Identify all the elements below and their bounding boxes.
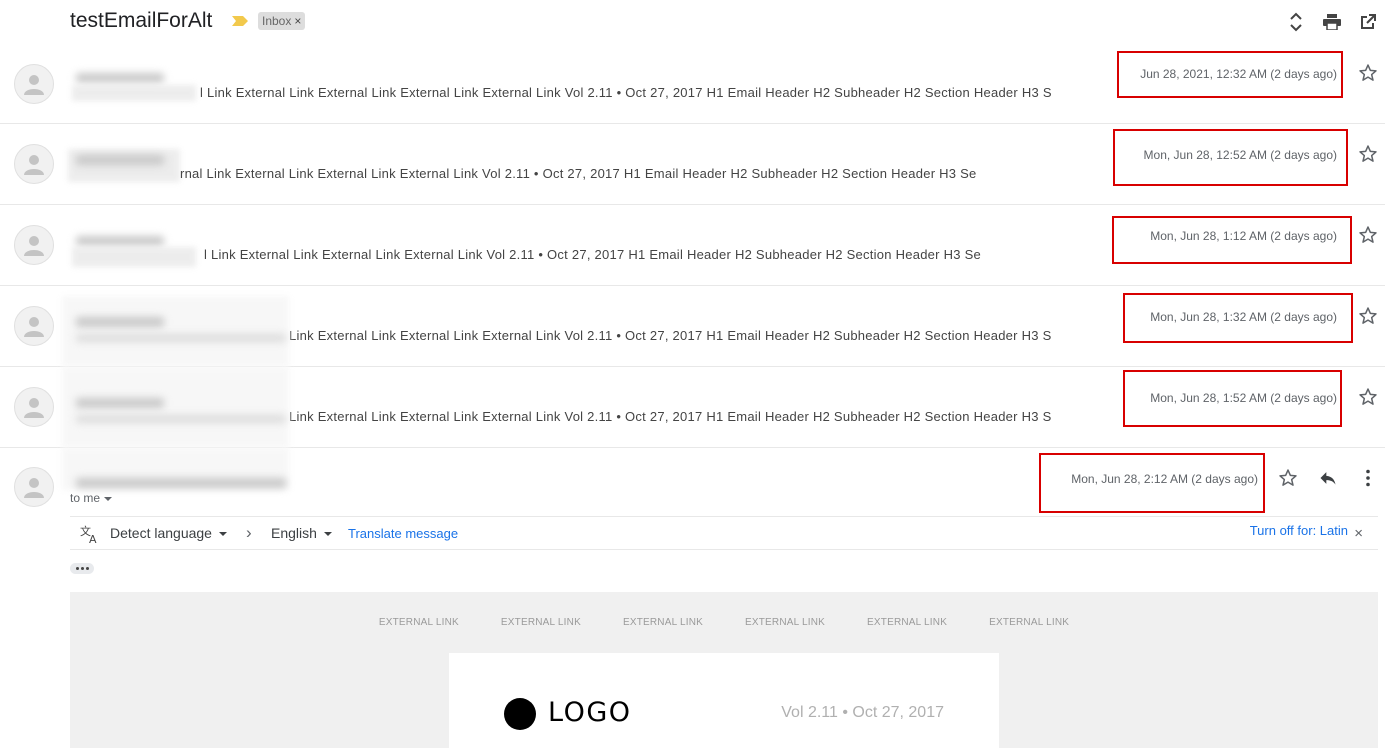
star-icon[interactable] bbox=[1358, 225, 1378, 245]
collapsed-message[interactable]: rnal Link External Link External Link Ex… bbox=[0, 124, 1385, 205]
sender-name-redacted bbox=[76, 155, 164, 165]
logo-text: LOGO bbox=[548, 697, 632, 728]
redacted-snippet bbox=[72, 85, 196, 101]
snippet-redacted bbox=[76, 415, 286, 423]
more-options-icon[interactable] bbox=[1358, 468, 1378, 488]
expand-all-icon[interactable] bbox=[1285, 11, 1307, 33]
message-date: Mon, Jun 28, 12:52 AM (2 days ago) bbox=[1143, 148, 1337, 162]
collapsed-message[interactable]: Link External Link External Link Externa… bbox=[0, 286, 1385, 367]
thread-subject: testEmailForAlt bbox=[70, 9, 213, 32]
person-icon bbox=[24, 398, 44, 418]
issue-volume-date: Vol 2.11 • Oct 27, 2017 bbox=[781, 704, 944, 721]
avatar bbox=[14, 144, 54, 184]
redacted-snippet bbox=[72, 247, 196, 267]
dot bbox=[80, 567, 84, 570]
translate-bar: 文 A Detect language › English Translate … bbox=[70, 516, 1378, 550]
source-language-label: Detect language bbox=[110, 525, 212, 541]
close-icon[interactable]: × bbox=[1354, 525, 1363, 542]
inbox-label-chip: Inbox × bbox=[258, 12, 306, 30]
translate-message-link[interactable]: Translate message bbox=[348, 526, 458, 541]
sender-name-redacted bbox=[76, 398, 164, 408]
external-links-nav: EXTERNAL LINK EXTERNAL LINK EXTERNAL LIN… bbox=[70, 617, 1378, 628]
star-icon[interactable] bbox=[1358, 144, 1378, 164]
chevron-down-icon bbox=[104, 496, 113, 501]
avatar bbox=[14, 225, 54, 265]
dot bbox=[85, 567, 89, 570]
avatar bbox=[14, 387, 54, 427]
sender-name-redacted bbox=[76, 73, 164, 83]
message-date: Mon, Jun 28, 1:52 AM (2 days ago) bbox=[1150, 391, 1337, 405]
external-link[interactable]: EXTERNAL LINK bbox=[968, 617, 1090, 628]
person-icon bbox=[24, 317, 44, 337]
person-icon bbox=[24, 236, 44, 256]
collapsed-message[interactable]: Link External Link External Link Externa… bbox=[0, 367, 1385, 448]
message-snippet: rnal Link External Link External Link Ex… bbox=[180, 166, 977, 181]
message-snippet: l Link External Link External Link Exter… bbox=[200, 85, 1051, 100]
source-language-select[interactable]: Detect language bbox=[110, 525, 227, 541]
message-date: Jun 28, 2021, 12:32 AM (2 days ago) bbox=[1140, 67, 1337, 81]
chevron-down-icon bbox=[323, 532, 332, 537]
print-icon[interactable] bbox=[1321, 11, 1343, 33]
sender-name-redacted bbox=[76, 478, 286, 488]
svg-text:A: A bbox=[89, 533, 97, 544]
translate-icon: 文 A bbox=[80, 524, 97, 544]
sender-name-redacted bbox=[76, 236, 164, 246]
external-link[interactable]: EXTERNAL LINK bbox=[358, 617, 480, 628]
recipient-details[interactable]: to me bbox=[70, 491, 113, 505]
remove-label-button[interactable]: × bbox=[294, 14, 301, 28]
star-icon[interactable] bbox=[1358, 63, 1378, 83]
person-icon bbox=[24, 75, 44, 95]
turn-off-translation-link[interactable]: Turn off for: Latin bbox=[1250, 523, 1348, 538]
external-link[interactable]: EXTERNAL LINK bbox=[724, 617, 846, 628]
snippet-redacted bbox=[76, 334, 286, 342]
star-icon[interactable] bbox=[1358, 306, 1378, 326]
target-language-label: English bbox=[271, 525, 317, 541]
sender-name-redacted bbox=[76, 317, 164, 327]
chevron-down-icon bbox=[218, 532, 227, 537]
collapsed-message[interactable]: l Link External Link External Link Exter… bbox=[0, 43, 1385, 124]
dot bbox=[75, 567, 79, 570]
inbox-label-text: Inbox bbox=[262, 14, 292, 28]
avatar bbox=[14, 64, 54, 104]
external-link[interactable]: EXTERNAL LINK bbox=[846, 617, 968, 628]
logo-icon bbox=[504, 698, 536, 730]
email-card: LOGO Vol 2.11 • Oct 27, 2017 bbox=[449, 653, 999, 748]
external-link[interactable]: EXTERNAL LINK bbox=[602, 617, 724, 628]
thread-header: testEmailForAlt Inbox × bbox=[0, 0, 1385, 44]
target-language-select[interactable]: English bbox=[271, 525, 332, 541]
person-icon bbox=[24, 155, 44, 175]
show-trimmed-content-button[interactable] bbox=[70, 563, 94, 574]
avatar bbox=[14, 306, 54, 346]
message-date: Mon, Jun 28, 1:32 AM (2 days ago) bbox=[1150, 310, 1337, 324]
email-body: EXTERNAL LINK EXTERNAL LINK EXTERNAL LIN… bbox=[70, 592, 1378, 748]
avatar bbox=[14, 467, 54, 507]
arrow-right-icon: › bbox=[246, 523, 252, 542]
message-date: Mon, Jun 28, 2:12 AM (2 days ago) bbox=[1071, 472, 1258, 486]
star-icon[interactable] bbox=[1358, 387, 1378, 407]
message-date: Mon, Jun 28, 1:12 AM (2 days ago) bbox=[1150, 229, 1337, 243]
message-snippet: l Link External Link External Link Exter… bbox=[204, 247, 981, 262]
collapsed-message[interactable]: l Link External Link External Link Exter… bbox=[0, 205, 1385, 286]
importance-marker-icon[interactable] bbox=[232, 16, 248, 26]
star-icon[interactable] bbox=[1278, 468, 1298, 488]
open-in-new-window-icon[interactable] bbox=[1357, 11, 1379, 33]
redacted-region bbox=[62, 296, 289, 366]
reply-icon[interactable] bbox=[1318, 468, 1338, 488]
external-link[interactable]: EXTERNAL LINK bbox=[480, 617, 602, 628]
recipient-text: to me bbox=[70, 491, 101, 505]
person-icon bbox=[24, 478, 44, 498]
